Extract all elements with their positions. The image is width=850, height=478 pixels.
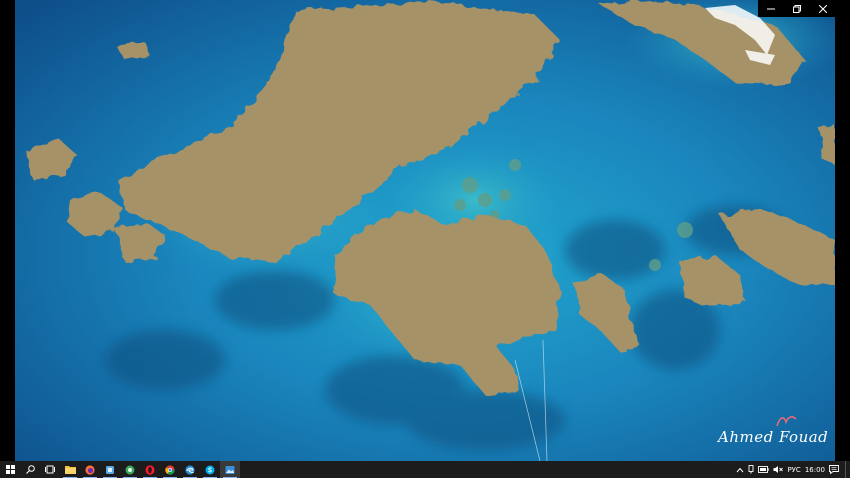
usb-icon <box>748 465 754 474</box>
opera-icon <box>145 464 155 475</box>
taskbar: РУС 16:00 <box>0 461 850 478</box>
app-blue-button[interactable] <box>100 461 120 478</box>
chevron-up-icon <box>737 467 744 472</box>
taskbar-apps <box>0 461 240 478</box>
photos-icon <box>225 465 235 474</box>
minimize-button[interactable] <box>758 0 784 17</box>
app-icon <box>125 465 135 474</box>
photographer-watermark: Ahmed Fouad <box>718 414 828 454</box>
firefox-icon <box>85 464 95 475</box>
start-button[interactable] <box>0 461 20 478</box>
restore-button[interactable] <box>784 0 810 17</box>
edge-icon <box>185 464 195 475</box>
watermark-text: Ahmed Fouad <box>718 428 829 446</box>
skype-icon <box>205 465 215 474</box>
windows-logo-icon <box>5 465 15 474</box>
show-hidden-icons-button[interactable] <box>734 461 746 478</box>
app-green-button[interactable] <box>120 461 140 478</box>
reef-photo <box>15 0 835 461</box>
search-icon <box>25 465 35 474</box>
action-center-button[interactable] <box>827 461 841 478</box>
photos-button[interactable] <box>220 461 240 478</box>
search-button[interactable] <box>20 461 40 478</box>
watermark-mark-icon <box>776 416 797 427</box>
minimize-icon <box>767 8 775 9</box>
usb-device-button[interactable] <box>746 461 756 478</box>
firefox-button[interactable] <box>80 461 100 478</box>
chrome-button[interactable] <box>160 461 180 478</box>
app-icon <box>106 465 114 474</box>
volume-button[interactable] <box>771 461 785 478</box>
close-button[interactable] <box>810 0 836 17</box>
folder-icon <box>64 466 76 474</box>
opera-button[interactable] <box>140 461 160 478</box>
battery-icon <box>758 466 770 473</box>
file-explorer-button[interactable] <box>60 461 80 478</box>
chrome-icon <box>165 464 175 475</box>
photo-canvas <box>15 0 835 461</box>
image-viewer: Ahmed Fouad <box>0 0 850 461</box>
skype-button[interactable] <box>200 461 220 478</box>
clock-button[interactable]: 16:00 <box>803 461 827 478</box>
task-view-icon <box>45 465 55 474</box>
task-view-button[interactable] <box>40 461 60 478</box>
input-language-button[interactable]: РУС <box>785 461 802 478</box>
notification-icon <box>829 465 839 474</box>
restore-icon <box>793 4 801 13</box>
window-controls <box>758 0 836 17</box>
volume-muted-icon <box>773 466 784 473</box>
close-icon <box>819 4 827 13</box>
edge-button[interactable] <box>180 461 200 478</box>
system-tray: РУС 16:00 <box>734 461 850 478</box>
battery-button[interactable] <box>756 461 771 478</box>
show-desktop-button[interactable] <box>845 461 850 478</box>
